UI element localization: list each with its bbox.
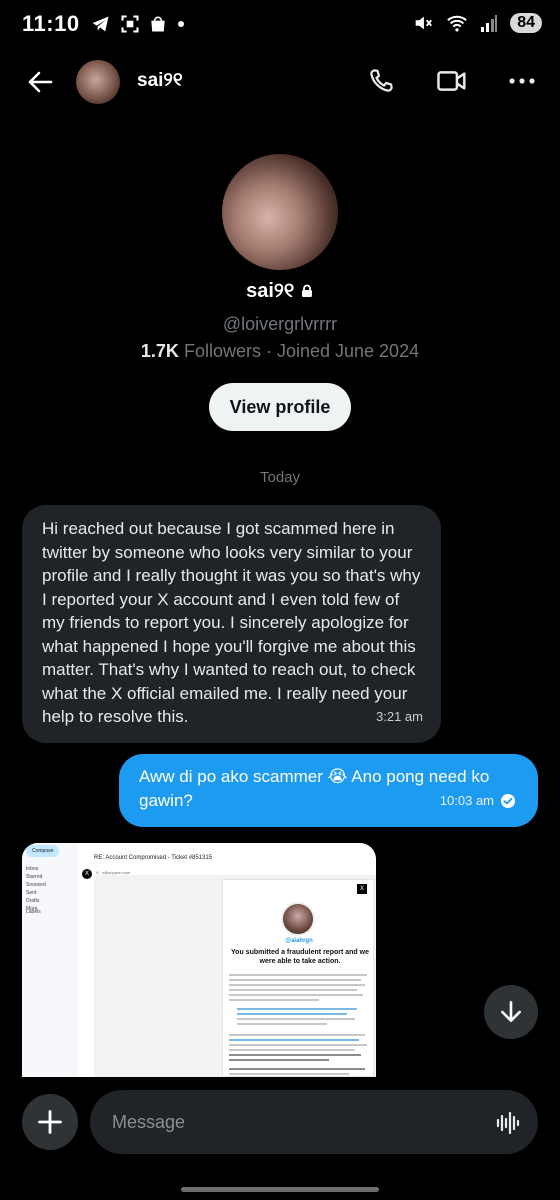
email-nav-item: Sent	[26, 890, 37, 896]
profile-name-text: sai୨୧	[246, 280, 295, 302]
email-text-line	[229, 999, 319, 1001]
x-logo-icon: X	[357, 884, 367, 894]
message-time: 10:03 am	[439, 793, 494, 808]
back-arrow-icon[interactable]	[26, 68, 54, 96]
email-text-line	[229, 1054, 361, 1056]
more-icon[interactable]	[508, 66, 536, 96]
message-composer	[0, 1085, 560, 1165]
arrow-down-icon	[501, 1000, 521, 1022]
email-handle: @aiahrgn	[285, 938, 313, 944]
email-text-line	[237, 1013, 347, 1015]
video-icon[interactable]	[436, 66, 468, 96]
email-avatar	[281, 902, 315, 936]
email-text-line	[229, 974, 367, 976]
email-text-line	[229, 984, 365, 986]
message-meta: 10:03 am	[440, 789, 516, 813]
screenshot-icon	[121, 15, 139, 33]
email-text-line	[229, 1059, 329, 1061]
email-sidebar: Compose Inbox Starred Snoozed Sent Draft…	[22, 843, 78, 1077]
email-text-line	[229, 1049, 355, 1051]
outgoing-message[interactable]: Aww di po ako scammer 😭 Ano pong need ko…	[119, 754, 538, 827]
followers-count: 1.7K	[140, 341, 179, 361]
profile-handle: @loivergrlvrrrr	[222, 314, 338, 334]
header-actions	[366, 66, 536, 96]
email-text-line	[229, 994, 363, 996]
followers-joined-label: Followers · Joined June 2024	[183, 341, 420, 361]
email-text-line	[229, 1034, 365, 1036]
plus-icon	[38, 1110, 62, 1134]
status-right-icons: 84	[412, 12, 542, 34]
chat-header: sai୨୧	[0, 52, 560, 112]
email-text-line	[237, 1018, 355, 1020]
email-nav: Inbox Starred Snoozed Sent Drafts More	[26, 865, 46, 913]
x-logo-icon: X	[82, 869, 92, 879]
message-input-container[interactable]	[90, 1090, 538, 1154]
view-profile-button[interactable]: View profile	[209, 383, 351, 431]
email-nav-item: Drafts	[26, 898, 40, 904]
email-nav-item: Snoozed	[26, 882, 46, 888]
day-separator: Today	[259, 469, 301, 486]
dot-icon	[177, 21, 184, 27]
profile-avatar[interactable]	[222, 154, 338, 270]
wifi-icon	[447, 15, 468, 32]
message-input[interactable]	[112, 1111, 472, 1133]
check-circle-icon	[501, 794, 515, 808]
telegram-icon	[92, 16, 109, 32]
status-time: 11:10	[22, 11, 80, 36]
battery-indicator: 84	[510, 13, 542, 33]
email-text-line	[229, 1044, 367, 1046]
mute-icon	[415, 16, 433, 30]
incoming-message[interactable]: Hi reached out because I got scammed her…	[22, 505, 441, 743]
profile-stats: 1.7K Followers · Joined June 2024	[0, 341, 560, 362]
email-subject: RE: Account Compromised - Ticket #851315	[94, 855, 213, 861]
profile-name: sai୨୧	[0, 280, 560, 303]
email-labels-heading: Labels	[26, 909, 41, 915]
compose-label: Compose	[26, 845, 60, 857]
scroll-to-bottom-button[interactable]	[484, 985, 538, 1039]
email-nav-item: Inbox	[26, 866, 39, 872]
lock-icon	[301, 284, 312, 297]
shopping-bag-icon	[150, 16, 165, 32]
email-text-line	[229, 1068, 365, 1070]
image-attachment[interactable]: Compose Inbox Starred Snoozed Sent Draft…	[22, 843, 376, 1077]
email-text-line	[229, 979, 361, 981]
email-title: You submitted a fraudulent report and we…	[231, 949, 369, 965]
voice-wave-icon[interactable]	[496, 1110, 520, 1136]
email-text-line	[229, 1073, 349, 1075]
avatar[interactable]	[76, 60, 120, 104]
add-attachment-button[interactable]	[22, 1094, 78, 1150]
status-left-icons	[90, 14, 186, 34]
message-text: Aww di po ako scammer 😭 Ano pong need ko…	[139, 767, 490, 810]
signal-icon	[481, 15, 498, 32]
message-time: 3:21 am	[376, 709, 423, 724]
email-card: X @aiahrgn You submitted a fraudulent re…	[222, 879, 374, 1077]
email-text-line	[229, 989, 357, 991]
message-text: Hi reached out because I got scammed her…	[42, 519, 421, 726]
home-indicator[interactable]	[181, 1187, 379, 1192]
chat-title[interactable]: sai୨୧	[137, 70, 183, 92]
email-nav-item: Starred	[26, 874, 43, 880]
email-text-line	[237, 1023, 327, 1025]
email-text-line	[237, 1008, 357, 1010]
status-bar: 11:10 84	[0, 0, 560, 48]
email-text-line	[229, 1039, 359, 1041]
phone-icon[interactable]	[366, 66, 396, 96]
